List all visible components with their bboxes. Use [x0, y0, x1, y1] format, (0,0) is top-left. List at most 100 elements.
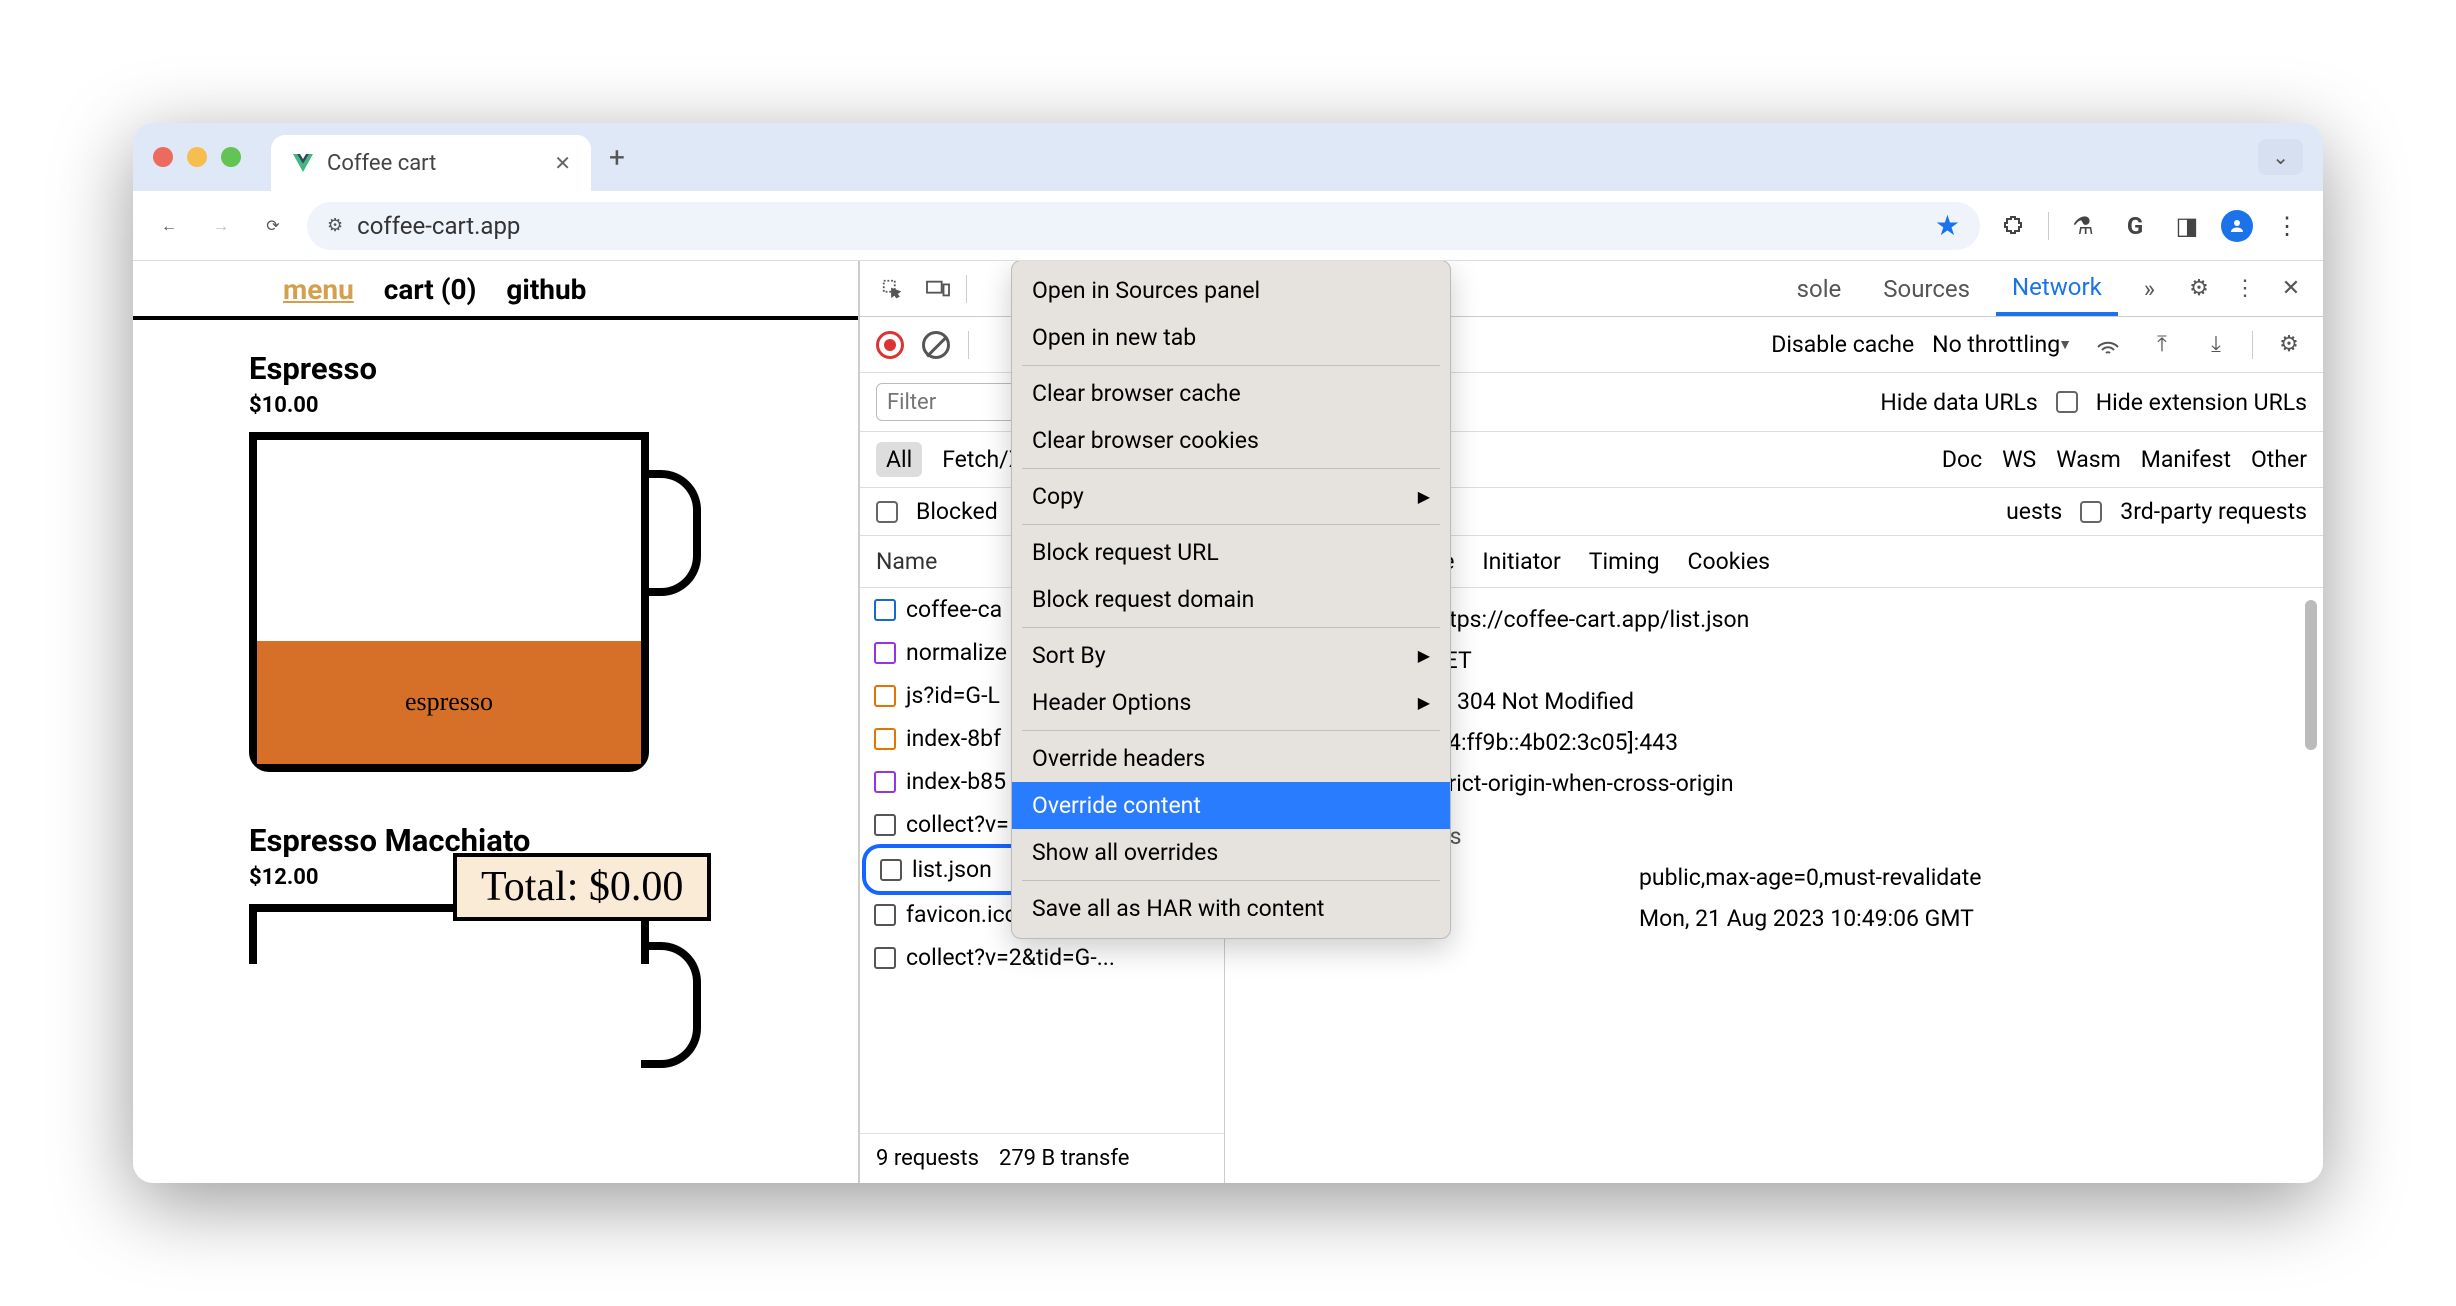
site-settings-icon[interactable]: ⚙ [327, 215, 343, 236]
vue-favicon-icon [291, 151, 315, 175]
remote-address: [64:ff9b::4b02:3c05]:443 [1429, 729, 1678, 756]
blocked-label[interactable]: Blocked [916, 498, 998, 525]
extensions-icon[interactable] [1996, 208, 2032, 244]
filter-manifest[interactable]: Manifest [2141, 446, 2231, 473]
detail-tab-initiator[interactable]: Initiator [1482, 548, 1560, 575]
hide-data-urls-label[interactable]: Hide data URLs [1880, 389, 2037, 416]
request-row[interactable]: collect?v=2&tid=G-... [860, 936, 1224, 979]
settings-gear-icon[interactable]: ⚙ [2181, 271, 2217, 307]
request-name: js?id=G-L [906, 682, 1000, 709]
side-panel-icon[interactable]: ◨ [2169, 208, 2205, 244]
reload-button[interactable]: ⟳ [255, 208, 291, 244]
back-button[interactable]: ← [151, 208, 187, 244]
download-har-icon[interactable]: ⤓ [2198, 327, 2234, 363]
request-name: index-8bf [906, 725, 1001, 752]
context-menu-item[interactable]: Open in Sources panel [1012, 267, 1450, 314]
profile-avatar[interactable] [2221, 210, 2253, 242]
forward-button[interactable]: → [203, 208, 239, 244]
file-type-icon [874, 642, 896, 664]
filter-input[interactable] [876, 383, 1016, 421]
transfer-size: 279 B transfe [999, 1146, 1129, 1171]
context-menu-item[interactable]: Show all overrides [1012, 829, 1450, 876]
tab-sources[interactable]: Sources [1867, 261, 1986, 316]
bookmark-star-icon[interactable]: ★ [1935, 209, 1960, 242]
filter-wasm[interactable]: Wasm [2056, 446, 2121, 473]
context-menu-item[interactable]: Sort By▶ [1012, 632, 1450, 679]
context-menu-item[interactable]: Clear browser cookies [1012, 417, 1450, 464]
file-type-icon [874, 599, 896, 621]
context-menu-item[interactable]: Clear browser cache [1012, 370, 1450, 417]
file-type-icon [880, 859, 902, 881]
labs-icon[interactable]: ⚗ [2065, 208, 2101, 244]
filter-other[interactable]: Other [2251, 446, 2307, 473]
hide-extension-checkbox[interactable] [2056, 391, 2078, 413]
window-titlebar: Coffee cart ✕ + ⌄ [133, 123, 2323, 191]
submenu-arrow-icon: ▶ [1418, 646, 1430, 665]
device-toolbar-icon[interactable] [920, 271, 956, 307]
context-menu-item[interactable]: Block request URL [1012, 529, 1450, 576]
new-tab-button[interactable]: + [609, 141, 625, 174]
submenu-arrow-icon: ▶ [1418, 693, 1430, 712]
cup-fill-label: espresso [257, 641, 641, 764]
clear-button[interactable] [922, 331, 950, 359]
detail-tab-cookies[interactable]: Cookies [1688, 548, 1771, 575]
third-party-checkbox[interactable] [2080, 501, 2102, 523]
disable-cache-label[interactable]: Disable cache [1771, 331, 1914, 358]
context-menu-item[interactable]: Header Options▶ [1012, 679, 1450, 726]
header-value: public,max-age=0,must-revalidate [1639, 864, 1982, 891]
window-maximize-button[interactable] [221, 147, 241, 167]
chevron-down-icon[interactable]: ⌄ [2258, 139, 2303, 175]
coffee-cup-icon[interactable]: espresso [249, 432, 649, 772]
request-name: coffee-ca [906, 596, 1002, 623]
context-menu-item[interactable]: Override content [1012, 782, 1450, 829]
request-name: normalize [906, 639, 1007, 666]
url-text: coffee-cart.app [357, 212, 1921, 240]
record-button[interactable] [876, 331, 904, 359]
context-menu-item[interactable]: Copy▶ [1012, 473, 1450, 520]
inspect-element-icon[interactable] [874, 271, 910, 307]
referrer-policy: strict-origin-when-cross-origin [1429, 770, 1734, 797]
browser-tab[interactable]: Coffee cart ✕ [271, 135, 591, 191]
file-type-icon [874, 904, 896, 926]
total-badge[interactable]: Total: $0.00 [453, 853, 711, 921]
upload-har-icon[interactable]: ⤒ [2144, 327, 2180, 363]
filter-all[interactable]: All [876, 442, 922, 477]
request-count: 9 requests [876, 1146, 979, 1171]
tabs-overflow[interactable]: » [2128, 261, 2171, 316]
filter-ws[interactable]: WS [2002, 446, 2036, 473]
request-name: list.json [912, 856, 992, 883]
scrollbar[interactable] [2305, 600, 2317, 750]
tab-console[interactable]: sole [1781, 261, 1858, 316]
submenu-arrow-icon: ▶ [1418, 487, 1430, 506]
request-url: https://coffee-cart.app/list.json [1429, 606, 1749, 633]
address-bar[interactable]: ⚙ coffee-cart.app ★ [307, 202, 1980, 250]
detail-tab-timing[interactable]: Timing [1589, 548, 1660, 575]
throttling-select[interactable]: No throttling ▼ [1932, 331, 2072, 358]
google-icon[interactable]: G [2117, 208, 2153, 244]
devtools-menu-icon[interactable]: ⋮ [2227, 271, 2263, 307]
browser-toolbar: ← → ⟳ ⚙ coffee-cart.app ★ ⚗ G ◨ ⋮ [133, 191, 2323, 261]
context-menu-item[interactable]: Save all as HAR with content [1012, 885, 1450, 932]
filter-doc[interactable]: Doc [1942, 446, 1982, 473]
window-minimize-button[interactable] [187, 147, 207, 167]
product-price: $10.00 [249, 393, 858, 418]
tab-network[interactable]: Network [1996, 261, 2118, 316]
context-menu-item[interactable]: Block request domain [1012, 576, 1450, 623]
network-settings-icon[interactable]: ⚙ [2271, 327, 2307, 363]
requests-label[interactable]: uests [2006, 498, 2062, 525]
hide-extension-label[interactable]: Hide extension URLs [2096, 389, 2307, 416]
context-menu-item[interactable]: Override headers [1012, 735, 1450, 782]
menu-icon[interactable]: ⋮ [2269, 208, 2305, 244]
network-conditions-icon[interactable] [2090, 327, 2126, 363]
nav-github[interactable]: github [506, 273, 586, 306]
context-menu-item[interactable]: Open in new tab [1012, 314, 1450, 361]
devtools-close-icon[interactable]: ✕ [2273, 271, 2309, 307]
tab-close-button[interactable]: ✕ [554, 151, 571, 175]
nav-cart[interactable]: cart (0) [384, 273, 477, 306]
nav-menu[interactable]: menu [283, 273, 354, 306]
third-party-label[interactable]: 3rd-party requests [2120, 498, 2307, 525]
window-close-button[interactable] [153, 147, 173, 167]
product-name: Espresso [249, 350, 858, 387]
file-type-icon [874, 947, 896, 969]
blocked-checkbox[interactable] [876, 501, 898, 523]
